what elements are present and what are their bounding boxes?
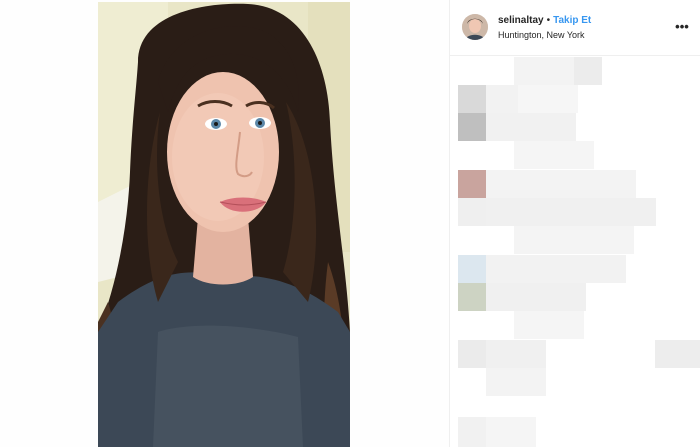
pixelated-comments-area: [450, 57, 700, 447]
more-dots-icon[interactable]: •••: [674, 20, 690, 34]
username-link[interactable]: selinaltay: [498, 15, 544, 26]
post-side-panel: selinaltay • Takip Et Huntington, New York…: [449, 0, 700, 447]
location-link[interactable]: Huntington, New York: [498, 29, 585, 41]
avatar[interactable]: [462, 14, 488, 40]
instagram-post-view: selinaltay • Takip Et Huntington, New York…: [0, 0, 700, 447]
post-photo[interactable]: [98, 2, 350, 447]
separator-dot: •: [546, 15, 551, 26]
photo-pane: [0, 0, 449, 447]
username-line: selinaltay • Takip Et: [498, 14, 591, 27]
post-header: selinaltay • Takip Et Huntington, New York…: [450, 0, 700, 56]
follow-button[interactable]: Takip Et: [553, 15, 591, 26]
